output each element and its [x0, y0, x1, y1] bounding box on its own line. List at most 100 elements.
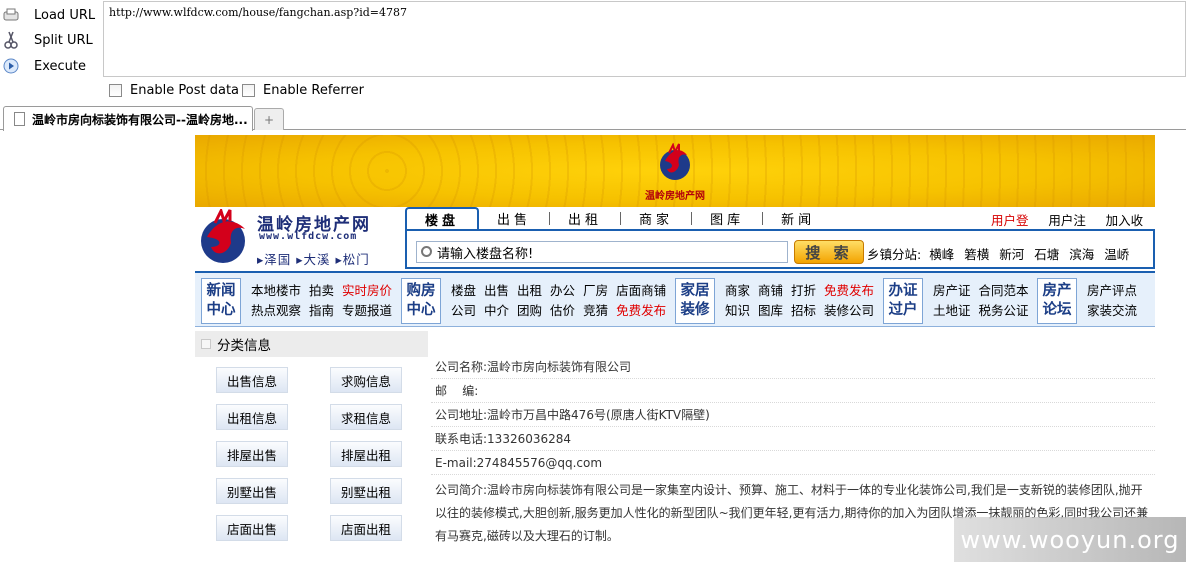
nav-link[interactable]: 专题报道 — [342, 303, 392, 318]
url-textarea[interactable]: http://www.wlfdcw.com/house/fangchan.asp… — [103, 1, 1186, 77]
search-tab-news[interactable]: 新闻 — [763, 207, 833, 230]
nav-link[interactable]: 房产证 — [933, 283, 971, 298]
company-address: 公司地址:温岭市万昌中路476号(原唐人街KTV隔壁) — [431, 403, 1155, 427]
new-tab-button[interactable]: + — [254, 108, 284, 130]
nav-link[interactable]: 估价 — [550, 303, 575, 318]
site-logo-icon — [201, 209, 245, 263]
nav-link[interactable]: 合同范本 — [979, 283, 1029, 298]
nav-link[interactable]: 实时房价 — [342, 283, 392, 298]
nav-link[interactable]: 办公 — [550, 283, 575, 298]
nav-link[interactable]: 商铺 — [758, 283, 783, 298]
sidebar-item-shop-sale[interactable]: 店面出售 — [216, 515, 288, 541]
sidebar-item-shop-rent[interactable]: 店面出租 — [330, 515, 402, 541]
sidebar-item-rent-wanted[interactable]: 求租信息 — [330, 404, 402, 430]
nav-block-certificate-label: 办证 过户 — [888, 283, 918, 318]
nav-block-news[interactable]: 新闻 中心 — [201, 278, 241, 324]
nav-link[interactable]: 土地证 — [933, 303, 971, 318]
nav-group-news: 本地楼市 拍卖 实时房价 热点观察 指南 专题报道 — [251, 281, 400, 321]
nav-block-certificate[interactable]: 办证 过户 — [883, 278, 923, 324]
sidebar-item-sale[interactable]: 出售信息 — [216, 367, 288, 393]
nav-group-buy: 楼盘 出售 出租 办公 厂房 店面商铺 公司 中介 团购 估价 竞猜 免费发布 — [451, 281, 674, 321]
nav-link[interactable]: 税务公证 — [979, 303, 1029, 318]
plus-icon: + — [263, 112, 275, 127]
nav-link[interactable]: 商家 — [725, 283, 750, 298]
township-hengfeng[interactable]: 横峰 — [929, 244, 954, 263]
checkbox-box[interactable] — [242, 84, 255, 97]
nav-link[interactable]: 家装交流 — [1087, 303, 1137, 318]
nav-link[interactable]: 拍卖 — [309, 283, 334, 298]
nav-block-forum[interactable]: 房产 论坛 — [1037, 278, 1077, 324]
nav-link[interactable]: 本地楼市 — [251, 283, 301, 298]
search-tab-merchant[interactable]: 商家 — [621, 207, 691, 230]
nav-link[interactable]: 免费发布 — [824, 283, 874, 298]
nav-link[interactable]: 团购 — [517, 303, 542, 318]
execute-label: Execute — [34, 58, 86, 74]
township-xinhe[interactable]: 新河 — [999, 244, 1024, 263]
search-tab-rent[interactable]: 出租 — [550, 207, 620, 230]
site-name-en: www.wlfdcw.com — [259, 231, 358, 242]
township-shitang[interactable]: 石塘 — [1034, 244, 1059, 263]
nav-link[interactable]: 打折 — [791, 283, 816, 298]
nav-link[interactable]: 店面商铺 — [616, 283, 666, 298]
search-tab-gallery[interactable]: 图库 — [692, 207, 762, 230]
page-icon — [14, 112, 25, 126]
search-tab-sale[interactable]: 出售 — [479, 207, 549, 230]
sidebar-item-villa-sale[interactable]: 别墅出售 — [216, 478, 288, 504]
nav-link[interactable]: 装修公司 — [824, 303, 874, 318]
nav-link[interactable]: 指南 — [309, 303, 334, 318]
nav-block-forum-label: 房产 论坛 — [1042, 283, 1072, 318]
nav-link[interactable]: 出租 — [517, 283, 542, 298]
execute-button[interactable]: Execute — [2, 54, 102, 78]
nav-link[interactable]: 公司 — [451, 303, 476, 318]
nav-link[interactable]: 房产评点 — [1087, 283, 1137, 298]
nav-link[interactable]: 图库 — [758, 303, 783, 318]
nav-link[interactable]: 竞猜 — [583, 303, 608, 318]
nav-block-decor[interactable]: 家居 装修 — [675, 278, 715, 324]
watermark: www.wooyun.org — [954, 517, 1186, 562]
site-logo[interactable]: 温岭房地产网 www.wlfdcw.com ▸泽国 ▸大溪 ▸松门 — [199, 209, 399, 271]
search-placeholder: 请输入楼盘名称! — [437, 246, 534, 262]
banner-logo-text: 温岭房地产网 — [645, 191, 705, 202]
search-tabs: 楼盘 出售 出租 商家 图库 新闻 — [405, 207, 833, 230]
search-tab-loupan[interactable]: 楼盘 — [405, 207, 480, 230]
nav-link[interactable]: 免费发布 — [616, 303, 666, 318]
company-name: 公司名称:温岭市房向标装饰有限公司 — [431, 355, 1155, 379]
nav-link[interactable]: 中介 — [484, 303, 509, 318]
nav-link[interactable]: 热点观察 — [251, 303, 301, 318]
nav-link[interactable]: 出售 — [484, 283, 509, 298]
sidebar-item-terrace-sale[interactable]: 排屋出售 — [216, 441, 288, 467]
nav-group-certificate: 房产证 合同范本 土地证 税务公证 — [933, 281, 1037, 321]
search-input[interactable]: 请输入楼盘名称! — [416, 241, 788, 263]
site-locations[interactable]: ▸泽国 ▸大溪 ▸松门 — [257, 249, 370, 268]
tab-title: 温岭市房向标装饰有限公司--温岭房地... — [32, 112, 248, 127]
nav-link[interactable]: 楼盘 — [451, 283, 476, 298]
site-emblem-icon — [660, 143, 690, 180]
nav-link[interactable]: 知识 — [725, 303, 750, 318]
browser-tab-active[interactable]: 温岭市房向标装饰有限公司--温岭房地... — [3, 106, 253, 131]
enable-referrer-checkbox[interactable]: Enable Referrer — [242, 83, 364, 98]
load-url-label: Load URL — [34, 7, 96, 23]
sidebar-item-villa-rent[interactable]: 别墅出租 — [330, 478, 402, 504]
split-url-button[interactable]: Split URL — [2, 28, 102, 52]
browser-tab-bar: 温岭市房向标装饰有限公司--温岭房地... + — [0, 104, 1186, 131]
township-binhai[interactable]: 滨海 — [1069, 244, 1094, 263]
sidebar-item-wanted[interactable]: 求购信息 — [330, 367, 402, 393]
township-ruoheng[interactable]: 箬横 — [964, 244, 989, 263]
nav-link[interactable]: 厂房 — [583, 283, 608, 298]
search-icon — [421, 246, 432, 257]
scissors-icon — [2, 31, 20, 49]
company-phone: 联系电话:13326036284 — [431, 427, 1155, 451]
sidebar-item-terrace-rent[interactable]: 排屋出租 — [330, 441, 402, 467]
sidebar-item-rent[interactable]: 出租信息 — [216, 404, 288, 430]
nav-block-buy[interactable]: 购房 中心 — [401, 278, 441, 324]
enable-post-checkbox[interactable]: Enable Post data — [109, 83, 239, 98]
top-banner: 温岭房地产网 — [195, 135, 1155, 207]
split-url-label: Split URL — [34, 32, 93, 48]
sidebar-title: 分类信息 — [217, 338, 271, 354]
load-url-button[interactable]: Load URL — [2, 3, 102, 27]
checkbox-box[interactable] — [109, 84, 122, 97]
nav-block-decor-label: 家居 装修 — [680, 283, 710, 318]
township-wenqiao[interactable]: 温峤 — [1104, 244, 1129, 263]
nav-link[interactable]: 招标 — [791, 303, 816, 318]
search-button[interactable]: 搜 索 — [794, 240, 864, 264]
